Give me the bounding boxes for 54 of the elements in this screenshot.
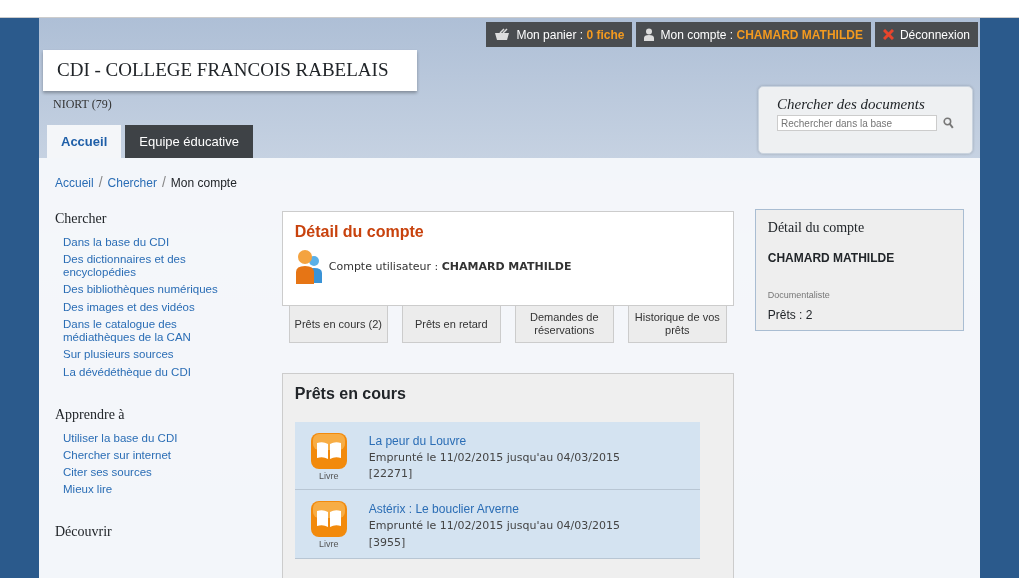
sidebar-link[interactable]: Utiliser la base du CDI [63, 431, 240, 445]
search-field[interactable]: Rechercher dans la base [777, 115, 938, 131]
account-user-text: Compte utilisateur : CHAMARD MATHILDE [328, 258, 572, 275]
person-icon [644, 28, 655, 41]
breadcrumb-link[interactable]: Accueil [55, 176, 94, 190]
loan-title-link[interactable]: Astérix : Le bouclier Arverne [368, 502, 519, 517]
breadcrumb-current: Mon compte [170, 176, 237, 190]
summary-name: CHAMARD MATHILDE [767, 249, 896, 267]
account-heading: Détail du compte [294, 222, 425, 242]
sidebar-heading: Apprendre à [55, 406, 126, 424]
basket-button[interactable]: Mon panier : 0 fiche [486, 22, 633, 47]
summary-loans: Prêts : 2 [767, 307, 814, 325]
search-icon[interactable] [943, 117, 954, 129]
nav-tab[interactable]: Equipe éducative [125, 125, 253, 158]
close-icon [882, 29, 894, 40]
loan-dates: Emprunté le 11/02/2015 jusqu'au 04/03/2015 [368, 449, 621, 466]
loan-tab[interactable]: Demandes de réservations [514, 306, 614, 344]
breadcrumb-link[interactable]: Chercher [107, 176, 157, 190]
sidebar-heading: Chercher [55, 211, 108, 228]
doc-type-label: Livre [318, 538, 340, 552]
sidebar-link[interactable]: Citer ses sources [63, 466, 240, 480]
doc-type-label: Livre [318, 469, 340, 483]
search-title: Chercher des documents [777, 95, 926, 113]
summary-role: Documentaliste [767, 288, 831, 302]
sidebar-heading: Découvrir [55, 524, 113, 542]
loans-heading: Prêts en cours [294, 384, 407, 404]
loan-tab[interactable]: Prêts en cours (2) [288, 306, 388, 344]
book-icon [309, 500, 348, 539]
book-icon [309, 431, 348, 470]
sidebar-link[interactable]: Des dictionnaires et des encyclopédies [63, 253, 240, 280]
loan-tab[interactable]: Prêts en retard [401, 306, 501, 344]
breadcrumb-separator: / [98, 174, 103, 190]
loan-reference: [22271] [368, 466, 414, 483]
sidebar-link[interactable]: Des images et des vidéos [63, 300, 240, 314]
account-button[interactable]: Mon compte : CHAMARD MATHILDE [636, 22, 871, 47]
sidebar-link[interactable]: Des bibliothèques numériques [63, 283, 240, 297]
loan-dates: Emprunté le 11/02/2015 jusqu'au 04/03/2015 [368, 518, 621, 535]
sidebar-link[interactable]: La dévédéthèque du CDI [63, 365, 240, 379]
nav-tab[interactable]: Accueil [47, 125, 122, 158]
summary-heading: Détail du compte [767, 220, 866, 237]
sidebar-link[interactable]: Sur plusieurs sources [63, 348, 240, 362]
sidebar-link[interactable]: Dans la base du CDI [63, 235, 240, 249]
breadcrumb-separator: / [161, 174, 166, 190]
logout-button[interactable]: Déconnexion [874, 22, 978, 47]
sidebar-link[interactable]: Mieux lire [63, 483, 240, 497]
sidebar-link[interactable]: Chercher sur internet [63, 448, 240, 462]
loan-tab[interactable]: Historique de vos prêts [627, 306, 727, 344]
basket-icon [494, 28, 511, 41]
site-title: CDI - COLLEGE FRANCOIS RABELAIS [43, 50, 417, 91]
loan-reference: [3955] [368, 534, 407, 551]
users-icon [294, 249, 323, 286]
sidebar-link[interactable]: Dans le catalogue des médiathèques de la CAN [63, 317, 240, 345]
loan-title-link[interactable]: La peur du Louvre [368, 433, 467, 448]
site-location: NIORT (79) [53, 95, 112, 113]
